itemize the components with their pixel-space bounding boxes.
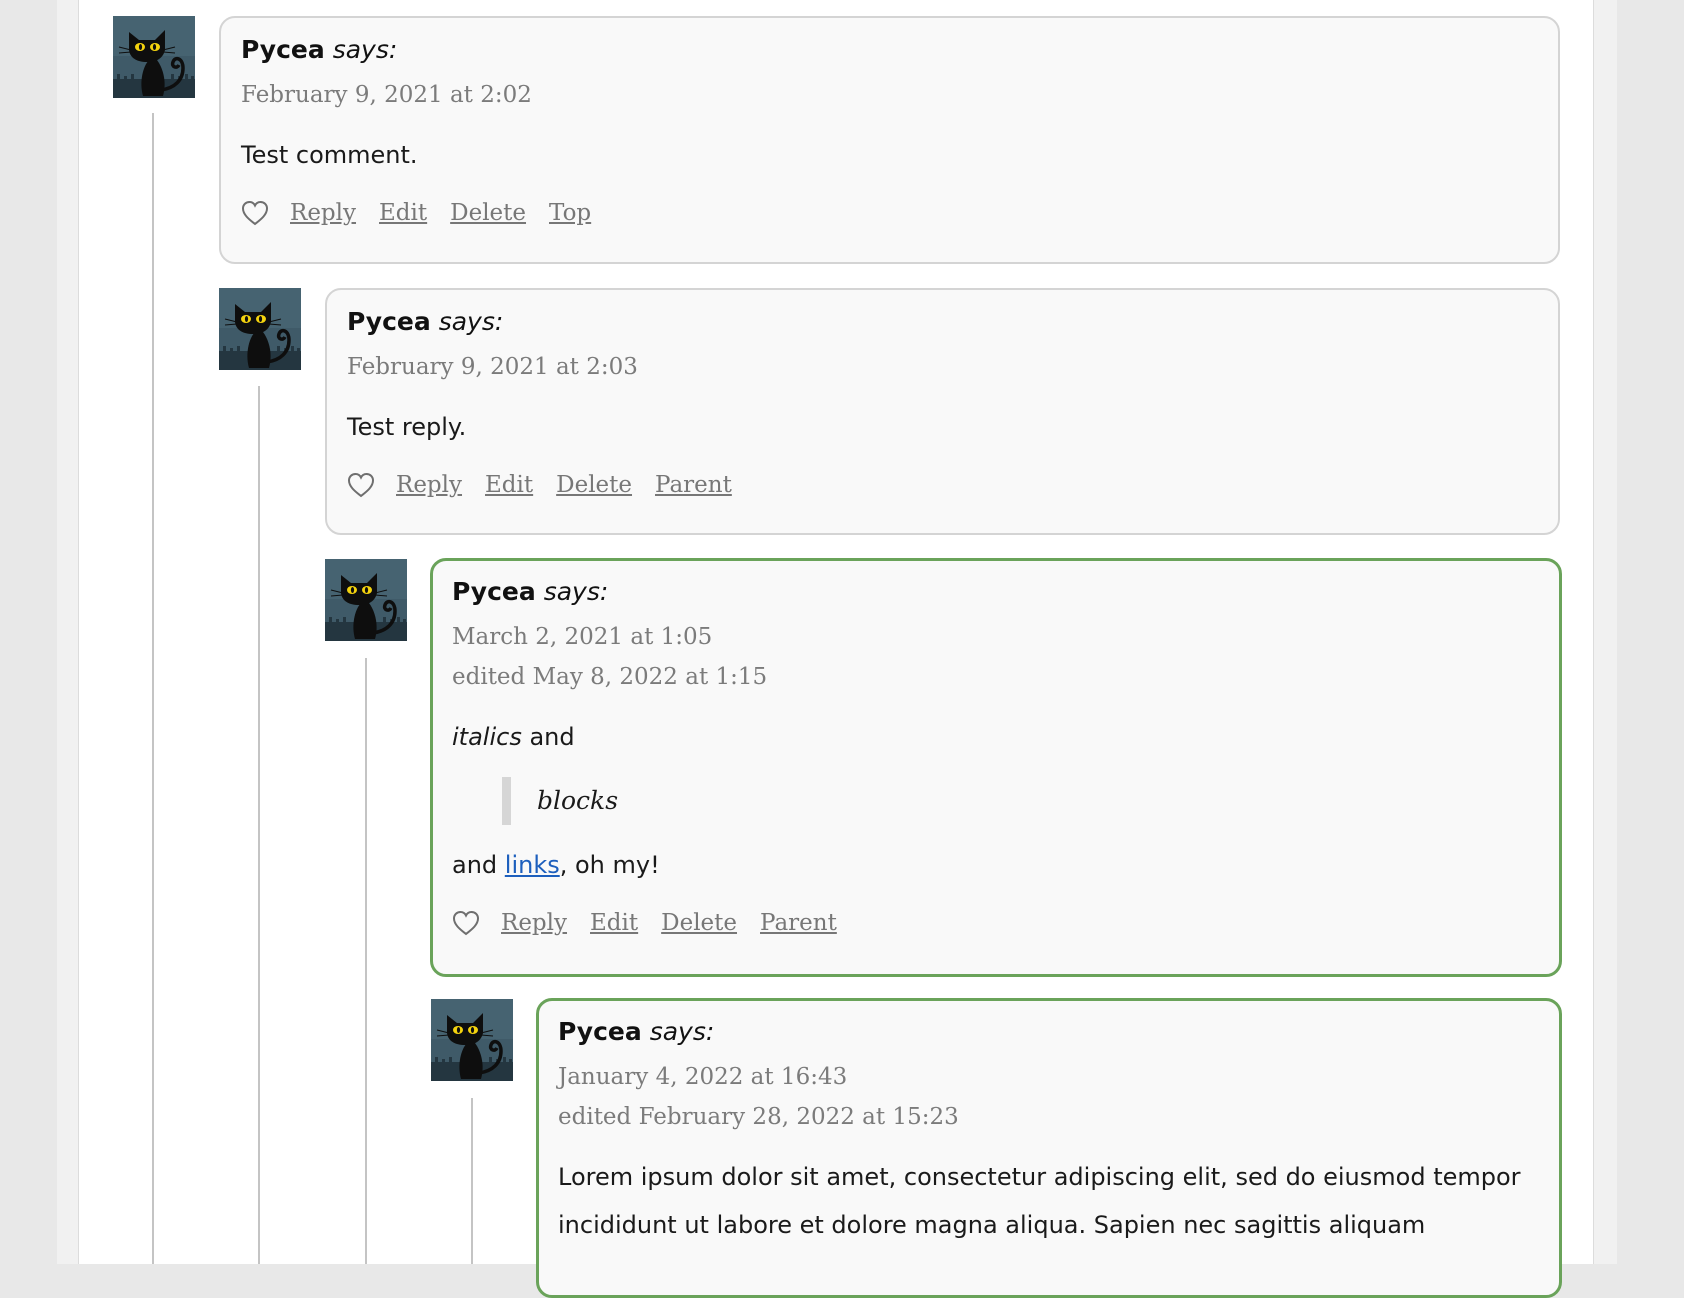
comment-card-highlighted: Pycea says: January 4, 2022 at 16:43 edi… (536, 998, 1562, 1298)
thread-line (471, 1098, 473, 1264)
comment-author[interactable]: Pycea (241, 35, 325, 64)
comment-paragraph: Lorem ipsum dolor sit amet, consectetur … (558, 1163, 1521, 1239)
comment-date[interactable]: January 4, 2022 at 16:43 (558, 1057, 1540, 1097)
comment-author[interactable]: Pycea (452, 577, 536, 606)
reply-link[interactable]: Reply (396, 472, 462, 498)
comment-actions: Reply Edit Delete Parent (347, 461, 1538, 509)
avatar[interactable] (431, 999, 513, 1081)
black-cat-avatar-icon (325, 559, 407, 641)
comment-body: italics and blocks and links, oh my! (452, 713, 1540, 889)
says-label: says: (438, 307, 504, 336)
paragraph-text: and (452, 851, 505, 879)
comment-header: Pycea says: (241, 34, 1538, 66)
comment-header: Pycea says: (558, 1016, 1540, 1048)
heart-icon[interactable] (452, 910, 480, 936)
says-label: says: (649, 1017, 715, 1046)
comment-paragraph: Test comment. (241, 141, 418, 169)
body-link[interactable]: links (505, 851, 560, 879)
heart-icon[interactable] (347, 472, 375, 498)
comment-edited: edited February 28, 2022 at 15:23 (558, 1104, 959, 1130)
reply-link[interactable]: Reply (501, 910, 567, 936)
comment-author[interactable]: Pycea (558, 1017, 642, 1046)
says-label: says: (332, 35, 398, 64)
comment-paragraph: Test reply. (347, 413, 467, 441)
comment-date[interactable]: February 9, 2021 at 2:03 (347, 347, 1538, 387)
comment-paragraph: italics and (452, 713, 1540, 761)
comment-author[interactable]: Pycea (347, 307, 431, 336)
top-link[interactable]: Top (549, 200, 591, 226)
comment-body: Test reply. (347, 403, 1538, 451)
comment-actions: Reply Edit Delete Top (241, 189, 1538, 237)
avatar[interactable] (325, 559, 407, 641)
avatar[interactable] (219, 288, 301, 370)
comment-actions: Reply Edit Delete Parent (452, 899, 1540, 947)
comment-card-highlighted: Pycea says: March 2, 2021 at 1:05 edited… (430, 558, 1562, 977)
black-cat-avatar-icon (113, 16, 195, 98)
paragraph-text: , oh my! (559, 851, 660, 879)
blockquote: blocks (502, 777, 1540, 825)
parent-link[interactable]: Parent (760, 910, 837, 936)
comment-body: Lorem ipsum dolor sit amet, consectetur … (558, 1153, 1540, 1249)
comment-date[interactable]: March 2, 2021 at 1:05 (452, 617, 1540, 657)
thread-line (152, 113, 154, 1264)
comment-card: Pycea says: February 9, 2021 at 2:03 Tes… (325, 288, 1560, 535)
edit-link[interactable]: Edit (485, 472, 533, 498)
reply-link[interactable]: Reply (290, 200, 356, 226)
thread-line (365, 658, 367, 1264)
delete-link[interactable]: Delete (556, 472, 632, 498)
edit-link[interactable]: Edit (590, 910, 638, 936)
comment-body: Test comment. (241, 131, 1538, 179)
comment-header: Pycea says: (452, 576, 1540, 608)
comment-card: Pycea says: February 9, 2021 at 2:02 Tes… (219, 16, 1560, 264)
delete-link[interactable]: Delete (661, 910, 737, 936)
avatar[interactable] (113, 16, 195, 98)
heart-icon[interactable] (241, 200, 269, 226)
black-cat-avatar-icon (431, 999, 513, 1081)
parent-link[interactable]: Parent (655, 472, 732, 498)
edit-link[interactable]: Edit (379, 200, 427, 226)
italic-text: italics (452, 723, 522, 751)
black-cat-avatar-icon (219, 288, 301, 370)
comment-edited: edited May 8, 2022 at 1:15 (452, 664, 768, 690)
comment-paragraph: and links, oh my! (452, 841, 1540, 889)
comment-date[interactable]: February 9, 2021 at 2:02 (241, 75, 1538, 115)
delete-link[interactable]: Delete (450, 200, 526, 226)
comment-header: Pycea says: (347, 306, 1538, 338)
paragraph-text: and (521, 723, 575, 751)
thread-line (258, 386, 260, 1264)
says-label: says: (543, 577, 609, 606)
